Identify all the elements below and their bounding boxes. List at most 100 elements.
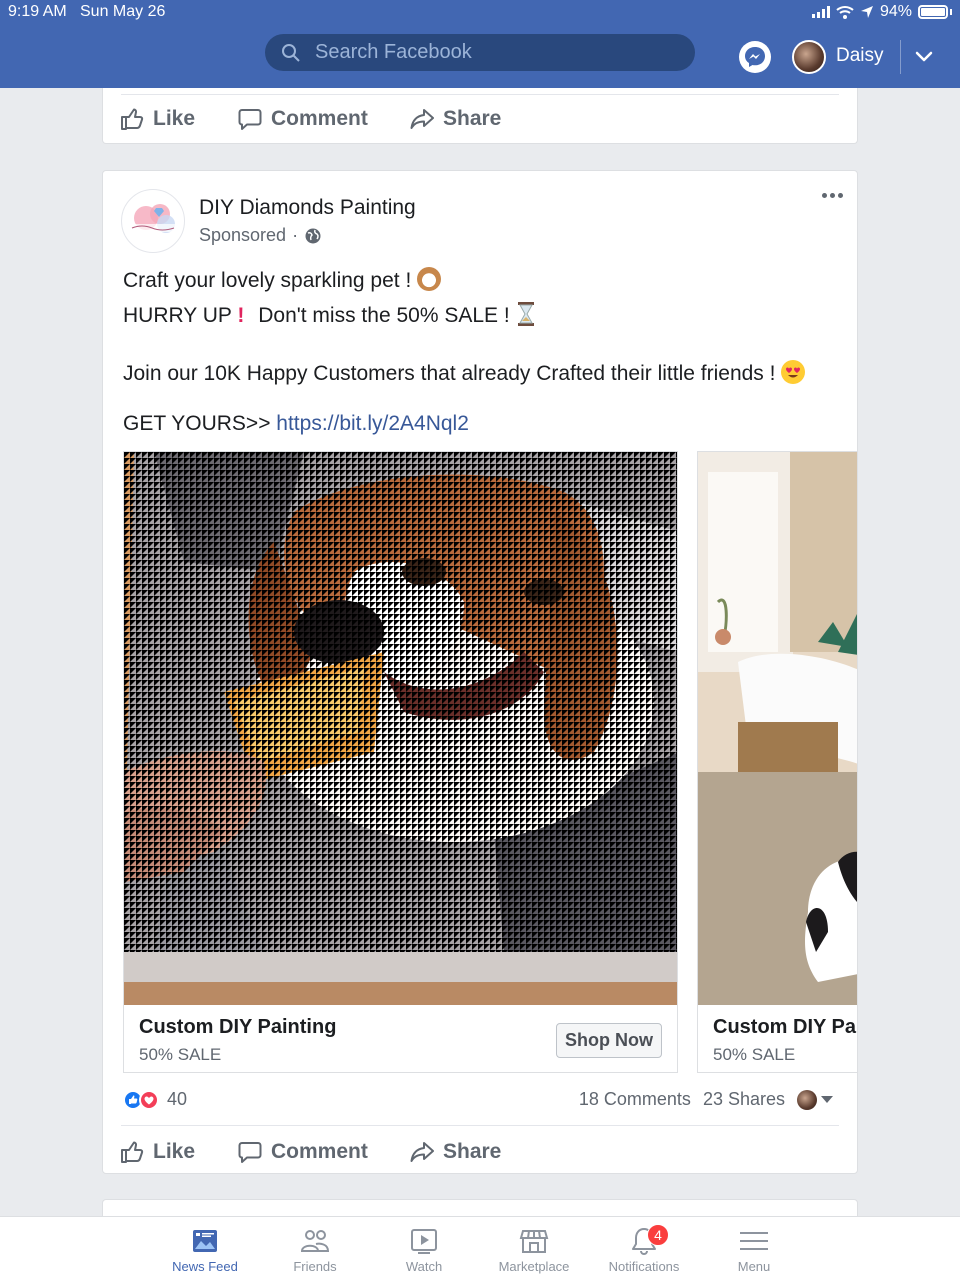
thumbs-up-icon: [121, 108, 144, 130]
post-line-2a-text: HURRY UP: [123, 304, 232, 327]
status-indicators: 94%: [811, 3, 952, 21]
news-feed-icon: [193, 1230, 217, 1252]
engagement-stats: 18 Comments 23 Shares: [579, 1089, 833, 1110]
chevron-down-icon[interactable]: [914, 46, 934, 66]
marketplace-icon: [519, 1230, 549, 1253]
tab-label: Menu: [737, 1259, 771, 1274]
hourglass-emoji: [517, 302, 534, 326]
caret-down-icon[interactable]: [821, 1096, 833, 1103]
reactions-summary[interactable]: 40: [123, 1089, 187, 1110]
search-icon: [282, 44, 300, 62]
post-line-2b-text: Don't miss the 50% SALE !: [258, 304, 510, 327]
viewer-avatar[interactable]: [797, 1089, 817, 1110]
carousel-card[interactable]: Custom DIY Pai 50% SALE: [697, 451, 858, 1073]
previous-post-card: Like Comment Share: [102, 88, 858, 144]
exclamation-emoji: !: [237, 304, 245, 327]
messenger-button[interactable]: [739, 41, 771, 73]
share-icon: [410, 109, 434, 129]
room-dog-image[interactable]: [698, 452, 857, 1005]
search-placeholder: Search Facebook: [315, 41, 472, 63]
share-button[interactable]: Share: [409, 1139, 501, 1165]
comments-count[interactable]: 18 Comments: [579, 1089, 691, 1110]
messenger-icon: [745, 47, 765, 67]
shop-now-button[interactable]: Shop Now: [556, 1023, 662, 1058]
notification-badge: 4: [647, 1224, 669, 1246]
post-line-4-prefix: GET YOURS>>: [123, 412, 271, 435]
user-avatar[interactable]: [792, 40, 826, 74]
tab-label: News Feed: [172, 1259, 238, 1274]
status-date: Sun May 26: [80, 3, 166, 20]
watch-icon: [411, 1229, 437, 1254]
tab-news-feed[interactable]: News Feed: [150, 1225, 260, 1274]
carousel-subtitle: 50% SALE: [713, 1045, 796, 1064]
carousel-card[interactable]: Custom DIY Painting 50% SALE Shop Now: [123, 451, 678, 1073]
page-avatar[interactable]: [121, 189, 185, 253]
carousel-title: Custom DIY Painting: [139, 1016, 337, 1038]
thumbs-up-icon: [121, 1141, 144, 1163]
comment-icon: [238, 109, 262, 130]
share-button[interactable]: Share: [409, 106, 501, 132]
menu-icon: [740, 1232, 768, 1250]
signal-icon: [811, 6, 830, 18]
like-button[interactable]: Like: [119, 1139, 195, 1165]
post-divider: [121, 1125, 839, 1126]
comment-button[interactable]: Comment: [237, 1139, 368, 1165]
location-arrow-icon: [860, 6, 873, 18]
carousel-title: Custom DIY Pai: [713, 1016, 858, 1038]
share-label: Share: [443, 107, 502, 130]
tab-watch[interactable]: Watch: [369, 1225, 479, 1274]
battery-percent: 94%: [879, 3, 912, 20]
beagle-diamond-painting-image[interactable]: [124, 452, 677, 1005]
post-line-3: Join our 10K Happy Customers that alread…: [123, 360, 806, 386]
status-bar: 9:19 AM Sun May 26 94%: [0, 0, 960, 26]
tab-friends[interactable]: Friends: [260, 1225, 370, 1274]
post-line-2: HURRY UP ! Don't miss the 50% SALE !: [123, 301, 536, 328]
post-link[interactable]: https://bit.ly/2A4Nql2: [276, 412, 469, 435]
battery-nub: [950, 9, 952, 15]
tab-label: Watch: [405, 1259, 443, 1274]
dot-separator: ·: [292, 225, 299, 245]
status-time: 9:19 AM: [8, 3, 67, 20]
carousel-subtitle: 50% SALE: [139, 1045, 222, 1064]
previous-post-divider: [121, 94, 839, 95]
header-divider: [900, 40, 901, 74]
top-bar: 9:19 AM Sun May 26 94% Search Facebook D…: [0, 0, 960, 88]
reactions-count: 40: [167, 1089, 188, 1109]
room-dog-illustration: [698, 452, 857, 1005]
friends-icon: [300, 1230, 330, 1252]
globe-icon: [305, 228, 321, 243]
more-options-icon[interactable]: [822, 193, 843, 198]
tab-marketplace[interactable]: Marketplace: [479, 1225, 589, 1274]
shares-count[interactable]: 23 Shares: [703, 1089, 785, 1110]
post-line-4: GET YOURS>> https://bit.ly/2A4Nql2: [123, 412, 469, 436]
dog-face-emoji: [417, 267, 442, 291]
tab-label: Notifications: [608, 1259, 680, 1274]
tab-label: Friends: [293, 1259, 337, 1274]
like-label: Like: [153, 107, 196, 130]
wifi-icon: [836, 6, 854, 19]
user-name[interactable]: Daisy: [836, 45, 884, 67]
page-name[interactable]: DIY Diamonds Painting: [199, 196, 416, 220]
comment-button[interactable]: Comment: [237, 106, 368, 132]
comment-icon: [238, 1142, 262, 1163]
share-label: Share: [443, 1140, 502, 1163]
search-input[interactable]: Search Facebook: [265, 34, 695, 71]
sponsored-post-card: DIY Diamonds Painting Sponsored · Craft …: [102, 170, 858, 1174]
like-label: Like: [153, 1140, 196, 1163]
love-reaction-icon: [139, 1089, 159, 1110]
diamond-painting-logo: [130, 204, 178, 233]
bottom-tab-bar: News Feed Friends Watch Marketplace 4 No…: [0, 1216, 960, 1280]
heart-eyes-emoji: [781, 360, 806, 384]
beagle-painting-illustration: [124, 452, 677, 1005]
like-button[interactable]: Like: [119, 106, 195, 132]
comment-label: Comment: [271, 1140, 368, 1163]
battery-icon: [918, 5, 948, 19]
tab-label: Marketplace: [498, 1259, 570, 1274]
share-icon: [410, 1142, 434, 1162]
tab-notifications[interactable]: 4 Notifications: [589, 1224, 699, 1274]
tab-menu[interactable]: Menu: [699, 1225, 809, 1274]
post-line-1-text: Craft your lovely sparkling pet !: [123, 269, 412, 292]
comment-label: Comment: [271, 107, 368, 130]
sponsored-text: Sponsored: [199, 225, 287, 245]
post-line-3-text: Join our 10K Happy Customers that alread…: [123, 362, 776, 385]
